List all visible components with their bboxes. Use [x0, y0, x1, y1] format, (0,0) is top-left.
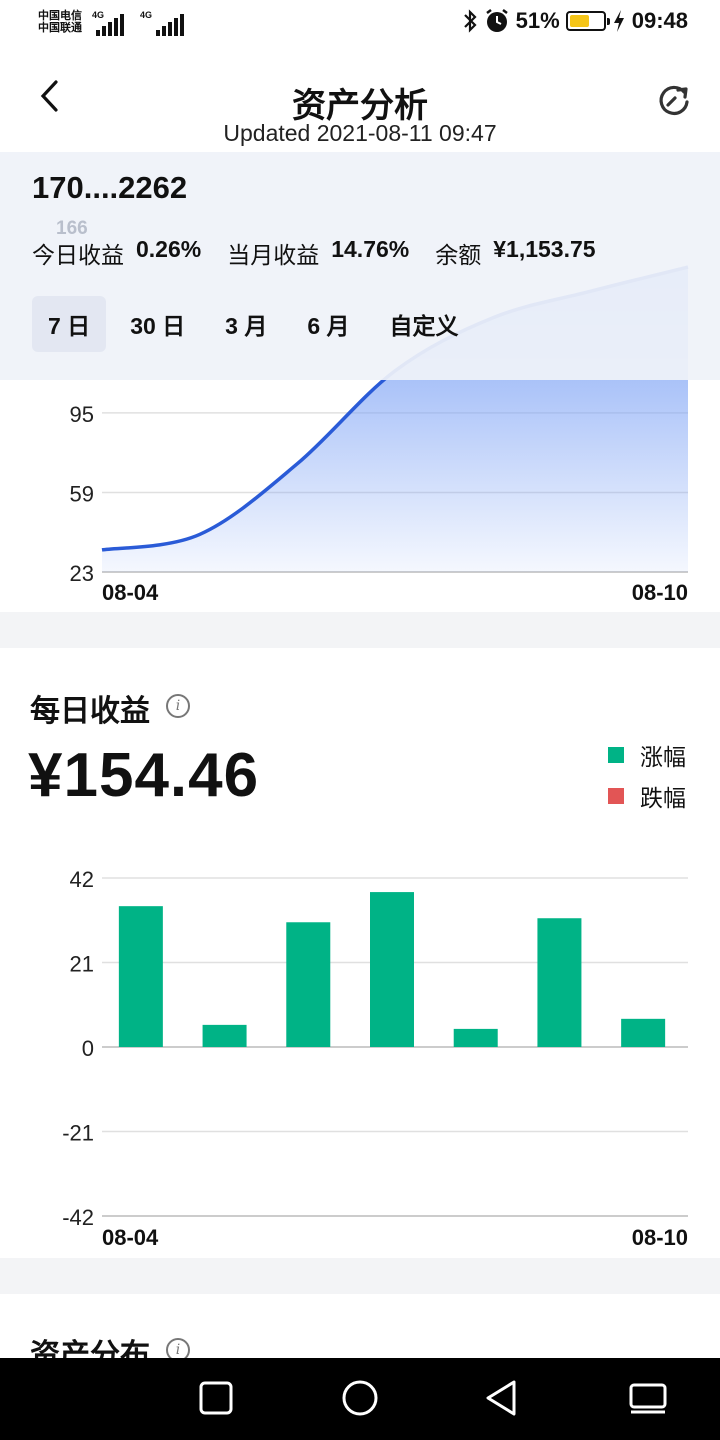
y-tick-label: 95 — [70, 402, 94, 427]
status-bar: 中国电信 中国联通 4G 4G 51% 09:48 — [0, 0, 720, 48]
balance-value: ¥1,153.75 — [493, 236, 596, 262]
month-return-value: 14.76% — [331, 236, 410, 262]
period-30d[interactable]: 30 日 — [114, 296, 201, 352]
balance-label: 余额 — [435, 242, 482, 268]
battery-icon — [565, 11, 610, 31]
signal-icon-2 — [156, 12, 184, 36]
carrier-labels: 中国电信 中国联通 — [38, 10, 82, 34]
period-custom[interactable]: 自定义 — [374, 296, 475, 352]
period-3m[interactable]: 3 月 — [209, 296, 283, 352]
home-icon[interactable] — [340, 1378, 380, 1418]
system-nav-bar — [0, 1358, 720, 1440]
bar — [202, 1024, 247, 1047]
y-tick-label: 23 — [70, 561, 94, 586]
battery-percent: 51% — [515, 8, 560, 33]
info-icon[interactable]: i — [166, 694, 190, 718]
back-nav-icon[interactable] — [482, 1378, 522, 1418]
daily-return-title: 每日收益 — [30, 695, 150, 728]
x-tick-label: 08-10 — [632, 580, 688, 605]
y-tick-label: 42 — [70, 867, 94, 892]
clock: 09:48 — [631, 8, 688, 33]
bar — [286, 922, 331, 1047]
y-tick-label: 21 — [70, 952, 94, 977]
carrier-2: 中国联通 — [38, 22, 82, 34]
x-tick-label: 08-10 — [632, 1225, 688, 1250]
y-tick-label: 59 — [70, 481, 94, 506]
legend-up-label: 涨幅 — [640, 744, 686, 770]
bar — [118, 906, 163, 1047]
period-7d[interactable]: 7 日 — [32, 296, 107, 352]
bar — [370, 892, 414, 1047]
x-tick-label: 08-04 — [102, 580, 159, 605]
charging-icon — [613, 10, 624, 32]
y-tick-label: 0 — [82, 1036, 94, 1061]
alarm-icon — [485, 9, 508, 32]
x-tick-label: 08-04 — [102, 1225, 159, 1250]
bar — [537, 918, 582, 1047]
carrier-1: 中国电信 — [38, 10, 82, 22]
account-summary: 今日收益 0.26% 当月收益 14.76% 余额 ¥1,153.75 — [32, 236, 622, 270]
bar — [453, 1028, 498, 1047]
section-gap — [0, 612, 720, 648]
bar — [621, 1018, 666, 1047]
legend-up-swatch — [608, 747, 624, 763]
legend-down: 跌幅 — [608, 779, 686, 813]
bluetooth-icon — [463, 9, 477, 33]
recent-apps-icon[interactable] — [196, 1378, 236, 1418]
legend-down-label: 跌幅 — [640, 785, 686, 811]
signal-icon-1 — [96, 12, 124, 36]
network-type-2: 4G — [140, 10, 153, 20]
period-selector: 7 日 30 日 3 月 6 月 自定义 — [32, 296, 475, 352]
legend-down-swatch — [608, 788, 624, 804]
refresh-icon[interactable] — [654, 80, 698, 124]
month-return-label: 当月收益 — [227, 242, 320, 268]
updated-timestamp: Updated 2021-08-11 09:47 — [223, 120, 497, 146]
y-tick-label: -21 — [62, 1121, 94, 1146]
section-gap-2 — [0, 1258, 720, 1294]
y-tick-label: -42 — [62, 1205, 94, 1230]
legend-up: 涨幅 — [608, 738, 686, 772]
today-return-value: 0.26% — [136, 236, 202, 262]
today-return-label: 今日收益 — [32, 242, 124, 268]
app-header: 资产分析 Updated 2021-08-11 09:47 — [0, 48, 720, 152]
status-right-group: 51% 09:48 — [462, 8, 688, 34]
account-number: 170....2262 — [32, 170, 188, 205]
period-6m[interactable]: 6 月 — [291, 296, 365, 352]
keyboard-toggle-icon[interactable] — [628, 1378, 668, 1418]
daily-return-amount: ¥154.46 — [28, 741, 260, 810]
